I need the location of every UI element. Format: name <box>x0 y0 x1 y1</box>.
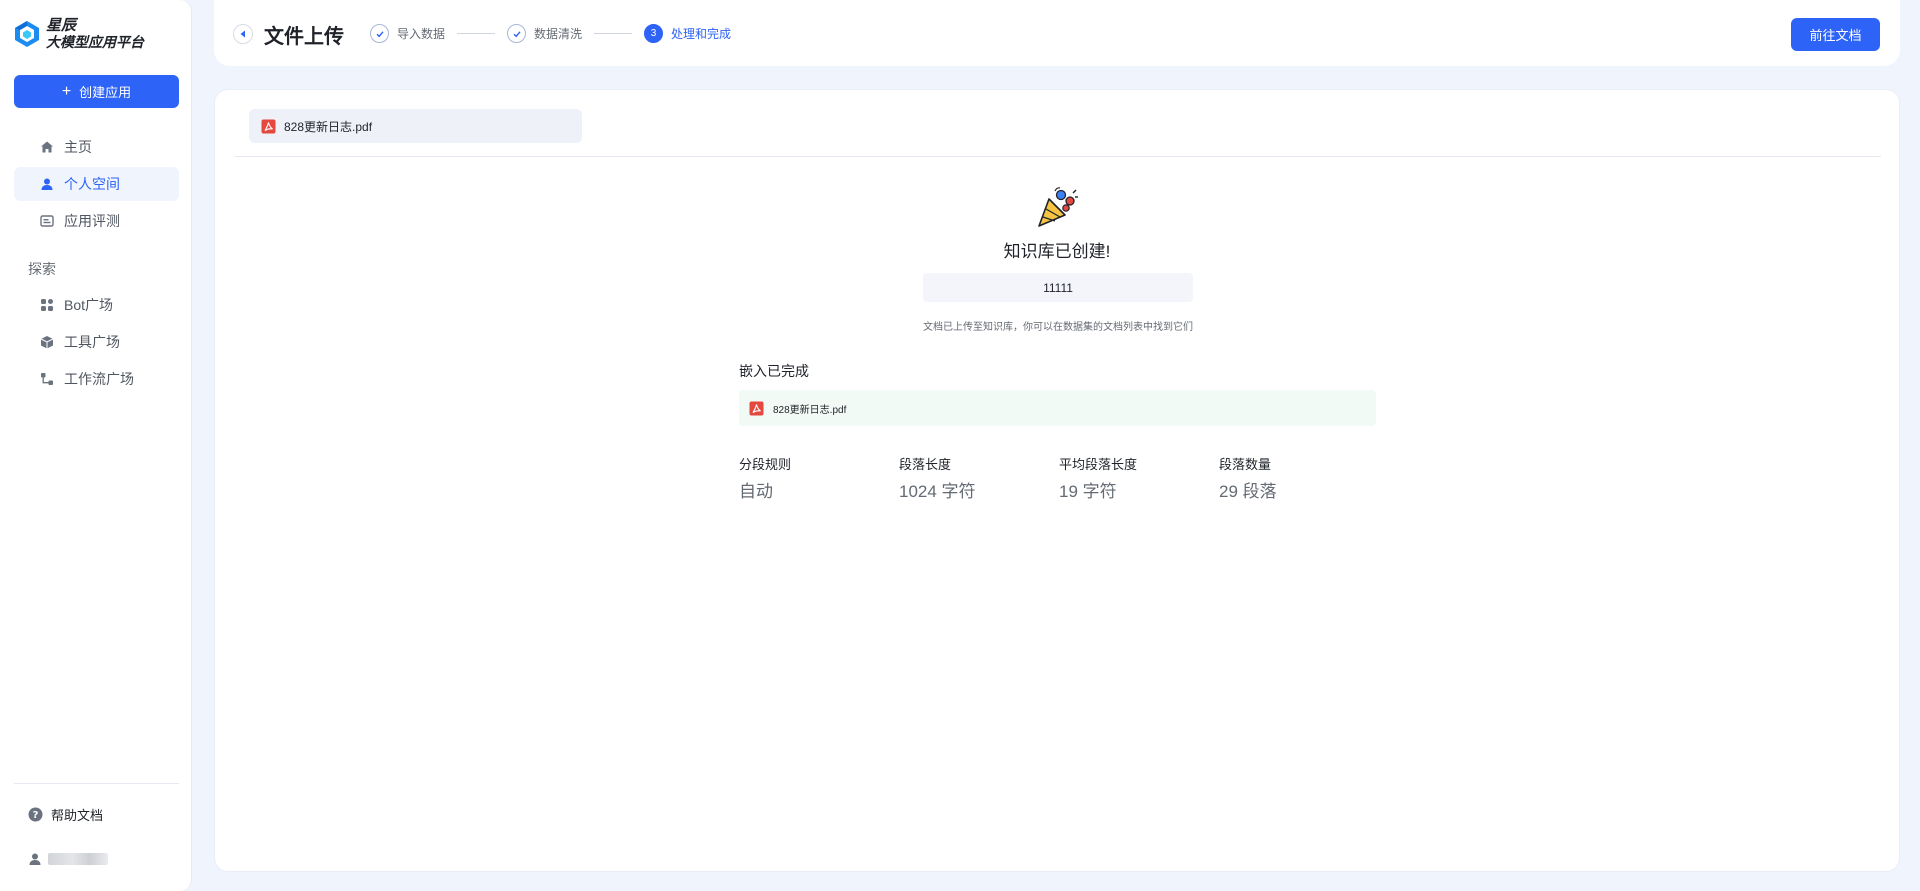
stat-value: 19 字符 <box>1059 482 1117 501</box>
sidebar-item-label: 主页 <box>64 139 92 155</box>
help-docs-label: 帮助文档 <box>51 808 104 823</box>
stat-value: 1024 字符 <box>899 482 976 501</box>
sidebar: 星辰 大模型应用平台 + 创建应用 主页 个人空间 应用评测 探索 Bot广场 … <box>0 0 192 891</box>
party-popper-icon <box>1038 187 1078 227</box>
logo-text: 星辰 大模型应用平台 <box>46 17 144 51</box>
stat-value: 自动 <box>739 482 773 501</box>
create-app-button[interactable]: + 创建应用 <box>14 75 179 108</box>
goto-docs-button[interactable]: 前往文档 <box>1791 18 1880 51</box>
sidebar-item-evaluate[interactable]: 应用评测 <box>14 204 179 238</box>
embed-section-title: 嵌入已完成 <box>739 363 809 379</box>
sidebar-item-home[interactable]: 主页 <box>14 130 179 164</box>
main-divider <box>235 156 1881 157</box>
step-import-data: 导入数据 <box>370 24 445 43</box>
step-connector <box>457 33 496 34</box>
logo-line2: 大模型应用平台 <box>46 34 144 50</box>
check-icon <box>507 24 527 43</box>
pdf-file-icon <box>261 119 276 133</box>
stat-label: 平均段落长度 <box>1059 457 1138 472</box>
step-number: 3 <box>644 24 664 43</box>
sidebar-item-label: 工作流广场 <box>64 371 134 387</box>
plus-icon: + <box>61 82 72 100</box>
file-tab[interactable]: 828更新日志.pdf <box>249 109 582 143</box>
user-name-redacted <box>48 853 108 865</box>
file-tab-name: 828更新日志.pdf <box>284 119 373 134</box>
upload-hint: 文档已上传至知识库，你可以在数据集的文档列表中找到它们 <box>923 322 1193 333</box>
sidebar-item-personal-space[interactable]: 个人空间 <box>14 167 179 201</box>
step-data-cleaning: 数据清洗 <box>507 24 582 43</box>
hexagon-logo-icon <box>15 21 39 47</box>
sidebar-item-label: Bot广场 <box>64 297 114 313</box>
back-button[interactable] <box>233 24 253 44</box>
stat-label: 段落数量 <box>1219 457 1272 472</box>
cube-icon <box>40 336 54 349</box>
segment-stats: 分段规则 自动 段落长度 1024 字符 平均段落长度 19 字符 段落数量 2… <box>739 454 1379 502</box>
stat-segment-rule: 分段规则 自动 <box>739 454 899 502</box>
embedded-file-row: 828更新日志.pdf <box>739 390 1376 426</box>
explore-section-label: 探索 <box>28 261 56 277</box>
step-process-complete: 3 处理和完成 <box>644 24 731 43</box>
evaluate-icon <box>40 215 54 227</box>
user-icon <box>41 178 53 190</box>
sidebar-item-label: 个人空间 <box>64 176 120 192</box>
stat-label: 分段规则 <box>739 457 792 472</box>
knowledge-base-name: 11111 <box>923 273 1193 302</box>
sidebar-item-label: 工具广场 <box>64 334 120 350</box>
workflow-icon <box>41 373 53 385</box>
main-nav: 主页 个人空间 应用评测 <box>14 130 179 241</box>
stat-segment-length: 段落长度 1024 字符 <box>899 454 1059 502</box>
embedded-file-name: 828更新日志.pdf <box>773 404 847 416</box>
grid-icon <box>41 299 53 311</box>
sidebar-item-workflow-square[interactable]: 工作流广场 <box>14 362 179 396</box>
check-icon <box>370 24 389 43</box>
create-app-label: 创建应用 <box>79 85 132 100</box>
success-title: 知识库已创建! <box>1003 242 1111 261</box>
upload-steps: 导入数据 数据清洗 3 处理和完成 <box>370 24 731 43</box>
stat-avg-segment-length: 平均段落长度 19 字符 <box>1059 454 1219 502</box>
user-profile[interactable] <box>28 852 108 866</box>
question-icon: ? <box>28 807 43 822</box>
logo-line1: 星辰 <box>46 17 77 34</box>
stat-label: 段落长度 <box>899 457 952 472</box>
step-label: 数据清洗 <box>534 27 583 41</box>
sidebar-item-bot-square[interactable]: Bot广场 <box>14 288 179 322</box>
step-connector <box>594 33 633 34</box>
app-root: 星辰 大模型应用平台 + 创建应用 主页 个人空间 应用评测 探索 Bot广场 … <box>0 0 1920 891</box>
main-panel: 828更新日志.pdf 知识库已创建! 11111 文档已上传至知识库，你可以在… <box>214 89 1900 872</box>
chevron-left-icon <box>240 30 245 38</box>
svg-text:?: ? <box>33 810 39 821</box>
sidebar-item-label: 应用评测 <box>64 213 120 229</box>
step-label: 导入数据 <box>397 27 446 41</box>
page-header: 文件上传 导入数据 数据清洗 3 处理和完成 前往文档 <box>214 0 1900 66</box>
stat-value: 29 段落 <box>1219 482 1277 501</box>
sidebar-divider <box>14 783 179 784</box>
step-label: 处理和完成 <box>671 27 732 41</box>
user-avatar-icon <box>29 853 41 865</box>
pdf-file-icon <box>749 401 764 415</box>
page-title: 文件上传 <box>264 26 344 48</box>
explore-nav: Bot广场 工具广场 工作流广场 <box>14 288 179 399</box>
logo[interactable]: 星辰 大模型应用平台 <box>14 18 144 50</box>
stat-segment-count: 段落数量 29 段落 <box>1219 454 1379 502</box>
home-icon <box>41 141 53 153</box>
help-docs-link[interactable]: ? 帮助文档 <box>28 805 103 824</box>
sidebar-item-tool-square[interactable]: 工具广场 <box>14 325 179 359</box>
